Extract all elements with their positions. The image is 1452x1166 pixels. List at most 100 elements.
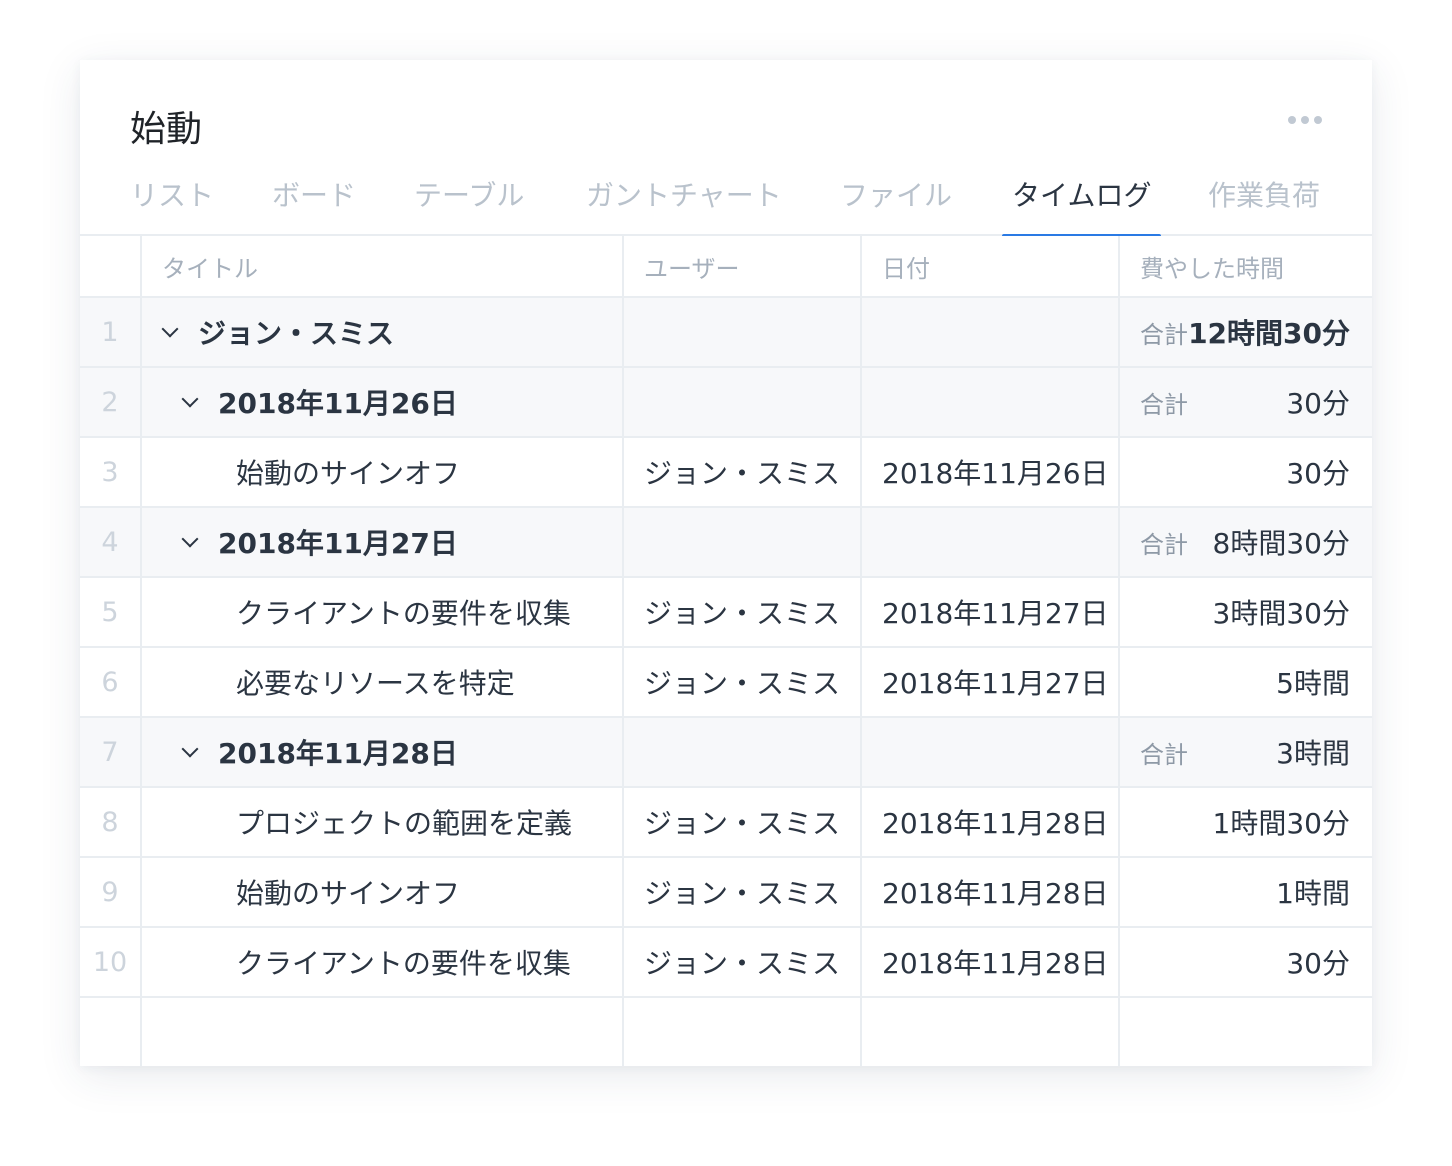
date-cell xyxy=(862,368,1118,436)
tab-table[interactable]: テーブル xyxy=(414,170,524,236)
row-number: 7 xyxy=(101,736,119,768)
user-cell: ジョン・スミス xyxy=(644,457,841,490)
date-cell xyxy=(862,718,1118,786)
time-spent: 1時間30分 xyxy=(1212,807,1350,840)
user-cell xyxy=(624,298,860,366)
column-divider xyxy=(1118,236,1120,1066)
row-title: プロジェクトの範囲を定義 xyxy=(236,807,573,840)
table-row[interactable]: 10 クライアントの要件を収集 ジョン・スミス 2018年11月28日 30分 xyxy=(80,928,1372,998)
tab-gantt-chart[interactable]: ガントチャート xyxy=(586,170,782,236)
total-time: 3時間 xyxy=(1276,737,1350,770)
row-title: 2018年11月28日 xyxy=(218,737,458,770)
title-cell: 2018年11月27日 xyxy=(142,508,620,576)
row-number: 6 xyxy=(101,666,119,698)
date-cell xyxy=(862,298,1118,366)
user-cell: ジョン・スミス xyxy=(644,597,841,630)
row-number: 9 xyxy=(101,876,119,908)
tab-board[interactable]: ボード xyxy=(272,170,356,236)
time-spent-cell: 1時間30分 xyxy=(1120,788,1372,856)
time-spent-cell: 3時間30分 xyxy=(1120,578,1372,646)
chevron-down-icon[interactable] xyxy=(181,390,199,408)
user-cell: ジョン・スミス xyxy=(644,877,841,910)
column-divider xyxy=(860,236,862,1066)
chevron-down-icon[interactable] xyxy=(161,320,179,338)
date-cell xyxy=(862,508,1118,576)
time-spent: 5時間 xyxy=(1276,667,1350,700)
more-options-icon[interactable] xyxy=(1288,116,1322,124)
total-time: 8時間30分 xyxy=(1212,527,1350,560)
time-spent-cell: 1時間 xyxy=(1120,858,1372,926)
group-row[interactable]: 7 2018年11月28日 合計 3時間 xyxy=(80,718,1372,788)
row-number: 10 xyxy=(92,946,128,978)
table-row[interactable]: 3 始動のサインオフ ジョン・スミス 2018年11月26日 30分 xyxy=(80,438,1372,508)
tab-workload[interactable]: 作業負荷 xyxy=(1208,170,1320,236)
project-panel: 始動 リスト ボード テーブル ガントチャート ファイル タイムログ 作業負荷 … xyxy=(80,60,1372,1066)
tab-time-log[interactable]: タイムログ xyxy=(1001,170,1162,238)
row-title: ジョン・スミス xyxy=(198,317,395,350)
column-header-time-spent[interactable]: 費やした時間 xyxy=(1120,236,1372,296)
time-log-table: タイトル ユーザー 日付 費やした時間 1 ジョン・スミス 合計 12時間30分 2 20… xyxy=(80,236,1372,1066)
dot xyxy=(1301,116,1309,124)
date-cell: 2018年11月26日 xyxy=(882,457,1109,490)
time-spent-cell: 30分 xyxy=(1120,928,1372,996)
column-header-title[interactable]: タイトル xyxy=(142,236,620,296)
row-number: 3 xyxy=(101,456,119,488)
row-number: 8 xyxy=(101,806,119,838)
group-row[interactable]: 1 ジョン・スミス 合計 12時間30分 xyxy=(80,298,1372,368)
time-spent-cell: 合計 12時間30分 xyxy=(1120,298,1372,366)
time-spent: 30分 xyxy=(1286,947,1350,980)
title-cell: 2018年11月26日 xyxy=(142,368,620,436)
date-cell: 2018年11月27日 xyxy=(882,667,1109,700)
row-title: クライアントの要件を収集 xyxy=(236,597,571,630)
view-tabs: リスト ボード テーブル ガントチャート ファイル タイムログ 作業負荷 xyxy=(80,170,1372,238)
time-spent: 30分 xyxy=(1286,457,1350,490)
tab-list[interactable]: リスト xyxy=(130,170,214,236)
table-row[interactable]: 8 プロジェクトの範囲を定義 ジョン・スミス 2018年11月28日 1時間30分 xyxy=(80,788,1372,858)
date-cell: 2018年11月28日 xyxy=(882,947,1109,980)
title-cell: プロジェクトの範囲を定義 xyxy=(142,788,620,856)
dot xyxy=(1314,116,1322,124)
date-cell: 2018年11月27日 xyxy=(882,597,1109,630)
user-cell xyxy=(624,718,860,786)
tab-files[interactable]: ファイル xyxy=(840,170,952,236)
time-spent-cell: 5時間 xyxy=(1120,648,1372,716)
chevron-down-icon[interactable] xyxy=(181,530,199,548)
title-cell: クライアントの要件を収集 xyxy=(142,928,620,996)
row-number: 5 xyxy=(101,596,119,628)
column-header-user[interactable]: ユーザー xyxy=(624,236,860,296)
column-divider xyxy=(622,236,624,1066)
row-title: 2018年11月26日 xyxy=(218,387,458,420)
time-spent-cell: 30分 xyxy=(1120,438,1372,506)
time-spent: 3時間30分 xyxy=(1212,597,1350,630)
project-title: 始動 xyxy=(130,109,203,150)
title-cell: ジョン・スミス xyxy=(142,298,620,366)
time-spent: 1時間 xyxy=(1276,877,1350,910)
total-label: 合計 xyxy=(1140,320,1188,349)
user-cell: ジョン・スミス xyxy=(644,667,841,700)
column-divider xyxy=(140,236,142,1066)
row-title: 必要なリソースを特定 xyxy=(236,667,515,700)
chevron-down-icon[interactable] xyxy=(181,740,199,758)
row-title: 始動のサインオフ xyxy=(236,877,461,910)
user-cell xyxy=(624,368,860,436)
total-label: 合計 xyxy=(1140,740,1188,769)
table-row[interactable]: 6 必要なリソースを特定 ジョン・スミス 2018年11月27日 5時間 xyxy=(80,648,1372,718)
title-cell: 必要なリソースを特定 xyxy=(142,648,620,716)
total-label: 合計 xyxy=(1140,530,1188,559)
user-cell: ジョン・スミス xyxy=(644,807,841,840)
row-number: 1 xyxy=(101,316,119,348)
column-header-date[interactable]: 日付 xyxy=(862,236,1118,296)
group-row[interactable]: 2 2018年11月26日 合計 30分 xyxy=(80,368,1372,438)
group-row[interactable]: 4 2018年11月27日 合計 8時間30分 xyxy=(80,508,1372,578)
title-cell: 始動のサインオフ xyxy=(142,858,620,926)
row-number: 4 xyxy=(101,526,119,558)
time-spent-cell: 合計 8時間30分 xyxy=(1120,508,1372,576)
title-cell: 始動のサインオフ xyxy=(142,438,620,506)
time-spent-cell: 合計 3時間 xyxy=(1120,718,1372,786)
total-time: 30分 xyxy=(1286,387,1350,420)
date-cell: 2018年11月28日 xyxy=(882,877,1109,910)
user-cell xyxy=(624,508,860,576)
dot xyxy=(1288,116,1296,124)
table-row[interactable]: 5 クライアントの要件を収集 ジョン・スミス 2018年11月27日 3時間30分 xyxy=(80,578,1372,648)
table-row[interactable]: 9 始動のサインオフ ジョン・スミス 2018年11月28日 1時間 xyxy=(80,858,1372,928)
